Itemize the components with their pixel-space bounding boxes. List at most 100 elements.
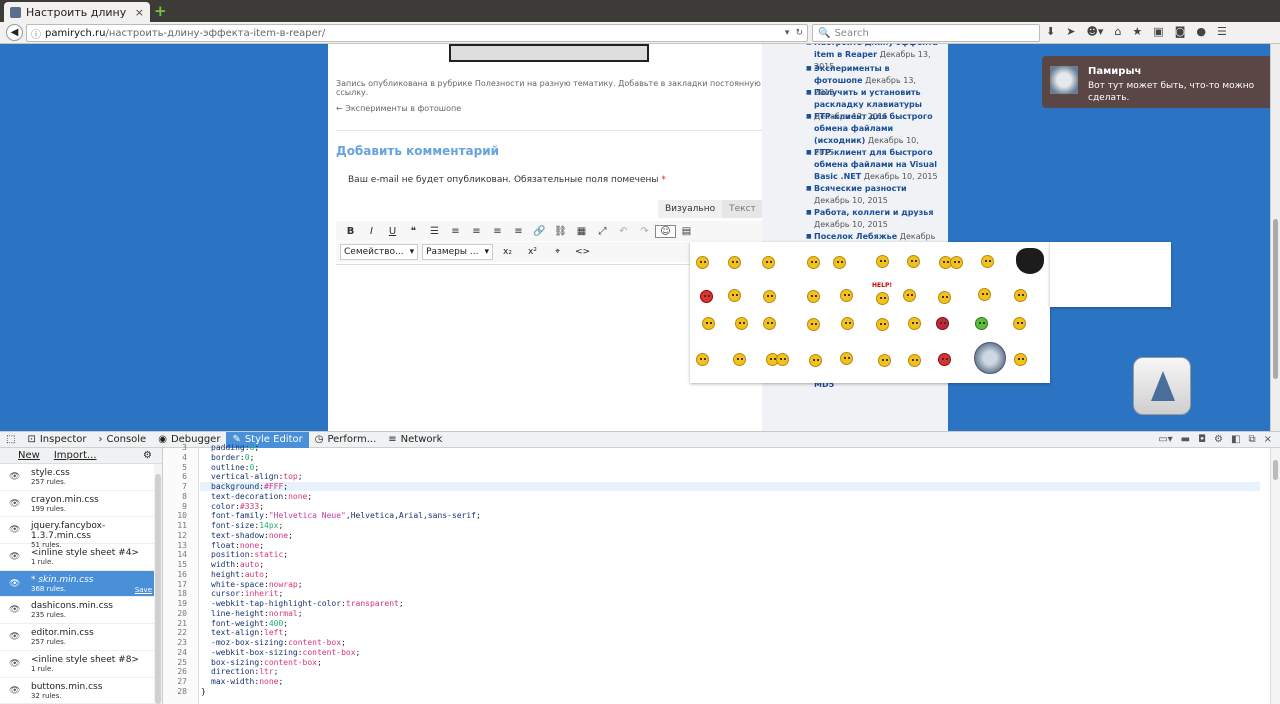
css-code-editor[interactable]: 3 4 5 6 7 8 9 10 11 12 13 14 15 16 17 18 19 20 21 22 23 24 25 2…	[163, 443, 1270, 704]
smiley-icon[interactable]	[728, 289, 741, 302]
green-smiley-icon[interactable]	[975, 317, 988, 330]
download-icon[interactable]: ⬇	[1046, 25, 1055, 38]
new-tab-button[interactable]: +	[154, 2, 167, 20]
tab-performance[interactable]: ◷ Perform...	[309, 432, 383, 448]
smiley-icon[interactable]	[978, 288, 991, 301]
home-icon[interactable]: ⌂	[1114, 25, 1121, 38]
italic-button[interactable]: I	[361, 226, 382, 237]
stylesheet-item[interactable]: 👁 <inline style sheet #8> 1 rule.	[0, 651, 162, 678]
stylesheet-item[interactable]: 👁 buttons.min.css 32 rules.	[0, 678, 162, 704]
numbered-list-button[interactable]: ≡	[445, 226, 466, 237]
stylesheet-item[interactable]: 👁 dashicons.min.css 235 rules.	[0, 597, 162, 625]
page-scrollbar[interactable]	[1270, 44, 1280, 431]
undo-button[interactable]: ↶	[613, 226, 634, 237]
smiley-icon[interactable]	[735, 317, 748, 330]
find-button[interactable]: ⌖	[547, 247, 568, 257]
smiley-icon[interactable]	[807, 318, 820, 331]
smiley-icon[interactable]	[938, 291, 951, 304]
smiley-icon[interactable]	[696, 353, 709, 366]
stylesheet-item-selected[interactable]: 👁 * skin.min.css 368 rules. Save	[0, 570, 162, 598]
smiley-icon[interactable]	[908, 317, 921, 330]
help-smiley-icon[interactable]	[876, 292, 889, 305]
redo-button[interactable]: ↷	[634, 226, 655, 237]
scrollbar-thumb[interactable]	[1273, 460, 1278, 480]
smiley-icon[interactable]	[776, 353, 789, 366]
fullscreen-button[interactable]: ⤢	[592, 226, 613, 237]
send-icon[interactable]: ➤	[1066, 25, 1075, 38]
smiley-icon[interactable]	[1014, 353, 1027, 366]
smiley-icon[interactable]	[903, 289, 916, 302]
sheet-list-scrollbar[interactable]	[154, 464, 162, 704]
stylesheet-item[interactable]: 👁 editor.min.css 257 rules.	[0, 624, 162, 651]
smiley-icon[interactable]	[762, 256, 775, 269]
scrollbar-thumb[interactable]	[155, 474, 161, 704]
table-button[interactable]: ▦	[571, 226, 592, 237]
subscript-button[interactable]: x₂	[497, 247, 518, 257]
code-button[interactable]: <>	[572, 247, 593, 257]
smiley-icon[interactable]	[908, 354, 921, 367]
underline-button[interactable]: U	[382, 226, 403, 237]
tab-network[interactable]: ≡ Network	[382, 432, 448, 448]
sidebar-link[interactable]: Всяческие разности	[814, 184, 907, 193]
reload-icon[interactable]: ↻	[795, 28, 803, 38]
eye-icon[interactable]: 👁	[9, 499, 20, 509]
smiley-icon[interactable]	[878, 354, 891, 367]
smiley-icon[interactable]	[840, 352, 853, 365]
smiley-icon[interactable]	[1013, 317, 1026, 330]
smiley-icon[interactable]	[763, 317, 776, 330]
stylesheet-item[interactable]: 👁 style.css 257 rules.	[0, 464, 162, 491]
sidebar-link[interactable]: Поселок Лебяжье	[814, 232, 897, 241]
pocket-icon[interactable]: ◙	[1175, 25, 1186, 38]
menu-icon[interactable]: ☰	[1217, 25, 1227, 38]
smiley-icon[interactable]	[907, 255, 920, 268]
pick-element-button[interactable]: ⬚	[0, 432, 21, 448]
red-smiley-icon[interactable]	[938, 353, 951, 366]
boom-smiley-icon[interactable]	[936, 317, 949, 330]
prev-post-link[interactable]: ← Эксперименты в фотошопе	[336, 104, 461, 113]
code-scrollbar[interactable]	[1270, 448, 1280, 704]
smiley-icon[interactable]	[763, 290, 776, 303]
eye-icon[interactable]: 👁	[9, 472, 20, 482]
stylesheet-item[interactable]: 👁 <inline style sheet #4> 1 rule.	[0, 544, 162, 571]
eye-icon[interactable]: 👁	[9, 552, 20, 562]
smiley-icon[interactable]	[876, 255, 889, 268]
gear-icon[interactable]: ⚙	[1214, 434, 1223, 445]
align-left-button[interactable]: ≡	[466, 226, 487, 237]
avatar-smiley-icon[interactable]	[974, 342, 1006, 374]
import-button[interactable]: Import...	[54, 450, 97, 461]
align-right-button[interactable]: ≡	[508, 226, 529, 237]
scroll-to-top-button[interactable]	[1133, 357, 1191, 415]
clipboard-icon[interactable]: ▣	[1153, 25, 1163, 38]
smiley-icon[interactable]	[950, 256, 963, 269]
font-size-select[interactable]: Размеры ... ▾	[422, 244, 493, 260]
notification-popup[interactable]: Памирыч Вот тут может быть, что-то можно…	[1042, 56, 1270, 108]
dropdown-icon[interactable]: ▾	[785, 28, 790, 38]
tab-text[interactable]: Текст	[722, 200, 763, 218]
eye-icon[interactable]: 👁	[9, 525, 20, 535]
align-center-button[interactable]: ≡	[487, 226, 508, 237]
devil-smiley-icon[interactable]	[700, 290, 713, 303]
eye-icon[interactable]: 👁	[9, 659, 20, 669]
eye-icon[interactable]: 👁	[9, 605, 20, 615]
smiley-icon[interactable]	[728, 256, 741, 269]
save-button[interactable]: Save	[135, 586, 152, 594]
smiley-icon[interactable]	[807, 290, 820, 303]
smiley-icon[interactable]	[1014, 289, 1027, 302]
addon-icon[interactable]: ☻▾	[1086, 25, 1103, 38]
link-button[interactable]: 🔗	[529, 226, 550, 237]
smiley-icon[interactable]	[981, 255, 994, 268]
blockquote-button[interactable]: ❝	[403, 226, 424, 237]
eye-icon[interactable]: 👁	[9, 579, 20, 589]
smiley-icon[interactable]	[841, 317, 854, 330]
smiley-icon[interactable]	[833, 256, 846, 269]
eye-icon[interactable]: 👁	[9, 686, 20, 696]
undock-icon[interactable]: ⧉	[1248, 434, 1255, 445]
tab-inspector[interactable]: ⊡ Inspector	[21, 432, 92, 448]
bold-button[interactable]: B	[340, 226, 361, 237]
search-input[interactable]: 🔍 Search	[812, 24, 1040, 42]
scrollbar-thumb[interactable]	[1273, 219, 1278, 379]
chat-icon[interactable]: ●	[1196, 25, 1206, 38]
smiley-button[interactable]: ☺	[655, 224, 676, 238]
unlink-button[interactable]: ⛓	[550, 226, 571, 237]
sidebar-link[interactable]: Получить и установить раскладку клавиату…	[814, 88, 922, 109]
